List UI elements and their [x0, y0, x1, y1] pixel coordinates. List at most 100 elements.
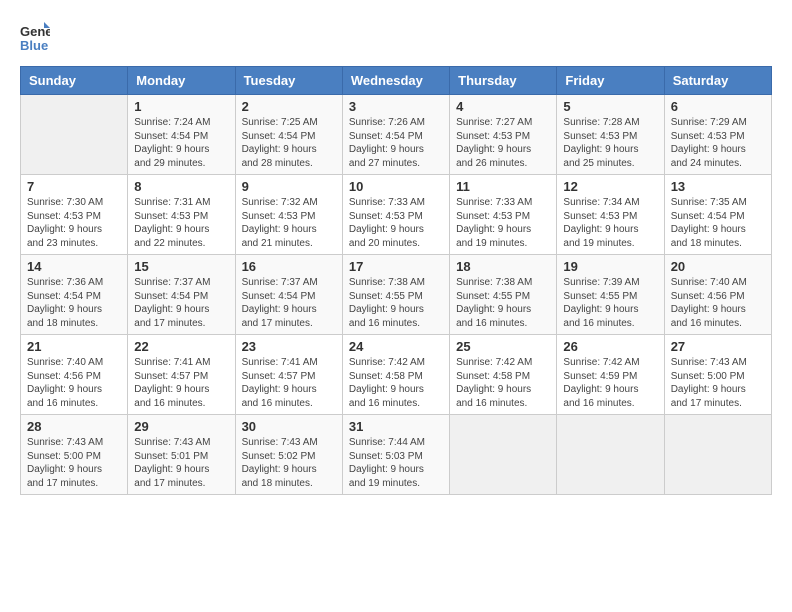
- calendar-cell: 13Sunrise: 7:35 AMSunset: 4:54 PMDayligh…: [664, 175, 771, 255]
- calendar-cell: 28 Sunrise: 7:43 AMSunset: 5:00 PMDayligh…: [21, 415, 128, 495]
- calendar-cell: 30 Sunrise: 7:43 AMSunset: 5:02 PMDayligh…: [235, 415, 342, 495]
- calendar-cell: 27 Sunrise: 7:43 AMSunset: 5:00 PMDayligh…: [664, 335, 771, 415]
- calendar-week-1: 1Sunrise: 7:24 AMSunset: 4:54 PMDaylight…: [21, 95, 772, 175]
- day-number: 26: [563, 339, 657, 354]
- weekday-header-wednesday: Wednesday: [342, 67, 449, 95]
- cell-content: Sunrise: 7:42 AMSunset: 4:59 PMDaylight:…: [563, 356, 657, 410]
- weekday-header-friday: Friday: [557, 67, 664, 95]
- cell-content: Sunrise: 7:26 AMSunset: 4:54 PMDaylight:…: [349, 116, 443, 170]
- calendar-cell: 23 Sunrise: 7:41 AMSunset: 4:57 PMDayligh…: [235, 335, 342, 415]
- calendar-cell: 2 Sunrise: 7:25 AMSunset: 4:54 PMDaylight…: [235, 95, 342, 175]
- calendar-cell: 16Sunrise: 7:37 AMSunset: 4:54 PMDayligh…: [235, 255, 342, 335]
- cell-content: Sunrise: 7:43 AMSunset: 5:01 PMDaylight:…: [134, 436, 228, 490]
- calendar-cell: [664, 415, 771, 495]
- cell-content: Sunrise: 7:27 AMSunset: 4:53 PMDaylight:…: [456, 116, 550, 170]
- cell-content: Sunrise: 7:40 AMSunset: 4:56 PMDaylight:…: [671, 276, 765, 330]
- cell-content: Sunrise: 7:42 AMSunset: 4:58 PMDaylight:…: [349, 356, 443, 410]
- day-number: 7: [27, 179, 121, 194]
- calendar-cell: 4 Sunrise: 7:27 AMSunset: 4:53 PMDaylight…: [450, 95, 557, 175]
- cell-content: Sunrise: 7:30 AMSunset: 4:53 PMDaylight:…: [27, 196, 121, 250]
- calendar-cell: 24 Sunrise: 7:42 AMSunset: 4:58 PMDayligh…: [342, 335, 449, 415]
- svg-text:Blue: Blue: [20, 38, 48, 53]
- weekday-header-saturday: Saturday: [664, 67, 771, 95]
- calendar-cell: 25Sunrise: 7:42 AMSunset: 4:58 PMDayligh…: [450, 335, 557, 415]
- day-number: 15: [134, 259, 228, 274]
- calendar-cell: [557, 415, 664, 495]
- cell-content: Sunrise: 7:28 AMSunset: 4:53 PMDaylight:…: [563, 116, 657, 170]
- day-number: 4: [456, 99, 550, 114]
- day-number: 8: [134, 179, 228, 194]
- logo-svg: General Blue: [20, 20, 50, 56]
- calendar-cell: [450, 415, 557, 495]
- day-number: 5: [563, 99, 657, 114]
- calendar-cell: 10 Sunrise: 7:33 AMSunset: 4:53 PMDayligh…: [342, 175, 449, 255]
- cell-content: Sunrise: 7:31 AMSunset: 4:53 PMDaylight:…: [134, 196, 228, 250]
- weekday-header-sunday: Sunday: [21, 67, 128, 95]
- calendar-cell: 31Sunrise: 7:44 AMSunset: 5:03 PMDayligh…: [342, 415, 449, 495]
- cell-content: Sunrise: 7:42 AMSunset: 4:58 PMDaylight:…: [456, 356, 550, 410]
- day-number: 16: [242, 259, 336, 274]
- cell-content: Sunrise: 7:29 AMSunset: 4:53 PMDaylight:…: [671, 116, 765, 170]
- cell-content: Sunrise: 7:43 AMSunset: 5:00 PMDaylight:…: [671, 356, 765, 410]
- cell-content: Sunrise: 7:33 AMSunset: 4:53 PMDaylight:…: [349, 196, 443, 250]
- calendar-cell: 6 Sunrise: 7:29 AMSunset: 4:53 PMDaylight…: [664, 95, 771, 175]
- day-number: 11: [456, 179, 550, 194]
- cell-content: Sunrise: 7:43 AMSunset: 5:02 PMDaylight:…: [242, 436, 336, 490]
- calendar-cell: 20 Sunrise: 7:40 AMSunset: 4:56 PMDayligh…: [664, 255, 771, 335]
- day-number: 10: [349, 179, 443, 194]
- cell-content: Sunrise: 7:32 AMSunset: 4:53 PMDaylight:…: [242, 196, 336, 250]
- cell-content: Sunrise: 7:41 AMSunset: 4:57 PMDaylight:…: [134, 356, 228, 410]
- day-number: 6: [671, 99, 765, 114]
- cell-content: Sunrise: 7:41 AMSunset: 4:57 PMDaylight:…: [242, 356, 336, 410]
- weekday-header-thursday: Thursday: [450, 67, 557, 95]
- calendar-cell: 11 Sunrise: 7:33 AMSunset: 4:53 PMDayligh…: [450, 175, 557, 255]
- cell-content: Sunrise: 7:35 AMSunset: 4:54 PMDaylight:…: [671, 196, 765, 250]
- calendar-cell: 7 Sunrise: 7:30 AMSunset: 4:53 PMDaylight…: [21, 175, 128, 255]
- day-number: 20: [671, 259, 765, 274]
- day-number: 29: [134, 419, 228, 434]
- day-number: 24: [349, 339, 443, 354]
- cell-content: Sunrise: 7:25 AMSunset: 4:54 PMDaylight:…: [242, 116, 336, 170]
- weekday-header-row: SundayMondayTuesdayWednesdayThursdayFrid…: [21, 67, 772, 95]
- day-number: 19: [563, 259, 657, 274]
- calendar-cell: 3Sunrise: 7:26 AMSunset: 4:54 PMDaylight…: [342, 95, 449, 175]
- calendar-cell: 22 Sunrise: 7:41 AMSunset: 4:57 PMDayligh…: [128, 335, 235, 415]
- calendar-cell: 17Sunrise: 7:38 AMSunset: 4:55 PMDayligh…: [342, 255, 449, 335]
- calendar-week-3: 14 Sunrise: 7:36 AMSunset: 4:54 PMDayligh…: [21, 255, 772, 335]
- weekday-header-tuesday: Tuesday: [235, 67, 342, 95]
- day-number: 18: [456, 259, 550, 274]
- calendar-cell: 26 Sunrise: 7:42 AMSunset: 4:59 PMDayligh…: [557, 335, 664, 415]
- day-number: 27: [671, 339, 765, 354]
- cell-content: Sunrise: 7:37 AMSunset: 4:54 PMDaylight:…: [134, 276, 228, 330]
- cell-content: Sunrise: 7:38 AMSunset: 4:55 PMDaylight:…: [349, 276, 443, 330]
- calendar-cell: 8 Sunrise: 7:31 AMSunset: 4:53 PMDaylight…: [128, 175, 235, 255]
- calendar-cell: 21Sunrise: 7:40 AMSunset: 4:56 PMDayligh…: [21, 335, 128, 415]
- calendar-cell: 19 Sunrise: 7:39 AMSunset: 4:55 PMDayligh…: [557, 255, 664, 335]
- cell-content: Sunrise: 7:40 AMSunset: 4:56 PMDaylight:…: [27, 356, 121, 410]
- calendar-cell: 12Sunrise: 7:34 AMSunset: 4:53 PMDayligh…: [557, 175, 664, 255]
- cell-content: Sunrise: 7:38 AMSunset: 4:55 PMDaylight:…: [456, 276, 550, 330]
- cell-content: Sunrise: 7:36 AMSunset: 4:54 PMDaylight:…: [27, 276, 121, 330]
- calendar-cell: 5 Sunrise: 7:28 AMSunset: 4:53 PMDaylight…: [557, 95, 664, 175]
- day-number: 2: [242, 99, 336, 114]
- cell-content: Sunrise: 7:43 AMSunset: 5:00 PMDaylight:…: [27, 436, 121, 490]
- day-number: 31: [349, 419, 443, 434]
- calendar-cell: 15 Sunrise: 7:37 AMSunset: 4:54 PMDayligh…: [128, 255, 235, 335]
- calendar-cell: 18 Sunrise: 7:38 AMSunset: 4:55 PMDayligh…: [450, 255, 557, 335]
- cell-content: Sunrise: 7:39 AMSunset: 4:55 PMDaylight:…: [563, 276, 657, 330]
- calendar-cell: 29 Sunrise: 7:43 AMSunset: 5:01 PMDayligh…: [128, 415, 235, 495]
- header: General Blue: [20, 20, 772, 56]
- day-number: 28: [27, 419, 121, 434]
- cell-content: Sunrise: 7:24 AMSunset: 4:54 PMDaylight:…: [134, 116, 228, 170]
- calendar-week-5: 28 Sunrise: 7:43 AMSunset: 5:00 PMDayligh…: [21, 415, 772, 495]
- day-number: 9: [242, 179, 336, 194]
- day-number: 14: [27, 259, 121, 274]
- day-number: 23: [242, 339, 336, 354]
- cell-content: Sunrise: 7:33 AMSunset: 4:53 PMDaylight:…: [456, 196, 550, 250]
- calendar-cell: 1Sunrise: 7:24 AMSunset: 4:54 PMDaylight…: [128, 95, 235, 175]
- calendar-cell: 14 Sunrise: 7:36 AMSunset: 4:54 PMDayligh…: [21, 255, 128, 335]
- day-number: 22: [134, 339, 228, 354]
- calendar-week-4: 21Sunrise: 7:40 AMSunset: 4:56 PMDayligh…: [21, 335, 772, 415]
- day-number: 30: [242, 419, 336, 434]
- weekday-header-monday: Monday: [128, 67, 235, 95]
